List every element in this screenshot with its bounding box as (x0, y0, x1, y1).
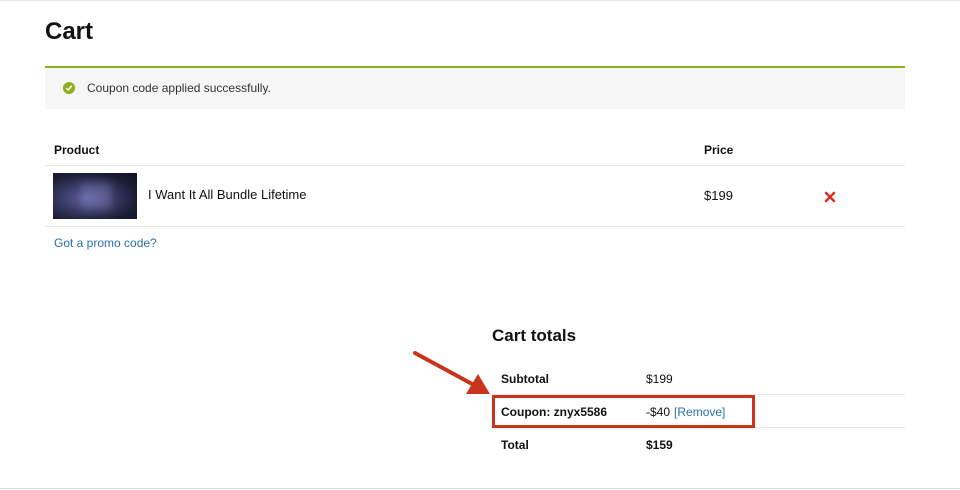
table-row: I Want It All Bundle Lifetime $199 (45, 166, 905, 227)
subtotal-value: $199 (646, 372, 673, 386)
remove-item-icon[interactable] (823, 190, 837, 204)
coupon-highlight-box (492, 395, 755, 428)
bottom-divider (0, 488, 960, 489)
total-value: $159 (646, 438, 673, 452)
cart-table-header: Product Price (45, 139, 905, 166)
notice-message: Coupon code applied successfully. (87, 81, 271, 95)
annotation-arrow-icon (413, 351, 490, 394)
success-notice: Coupon code applied successfully. (45, 66, 905, 109)
column-header-product: Product (54, 143, 100, 157)
top-divider (0, 0, 960, 1)
promo-code-link[interactable]: Got a promo code? (54, 236, 157, 250)
product-price: $199 (704, 188, 733, 203)
total-row: Total $159 (492, 428, 905, 460)
page-title: Cart (45, 18, 94, 45)
product-thumbnail[interactable] (53, 173, 137, 219)
product-name[interactable]: I Want It All Bundle Lifetime (148, 187, 306, 202)
column-header-price: Price (704, 143, 734, 157)
cart-totals-title: Cart totals (492, 326, 577, 345)
subtotal-label: Subtotal (501, 372, 549, 386)
subtotal-row: Subtotal $199 (492, 362, 905, 395)
total-label: Total (501, 438, 529, 452)
check-circle-icon (63, 82, 75, 94)
